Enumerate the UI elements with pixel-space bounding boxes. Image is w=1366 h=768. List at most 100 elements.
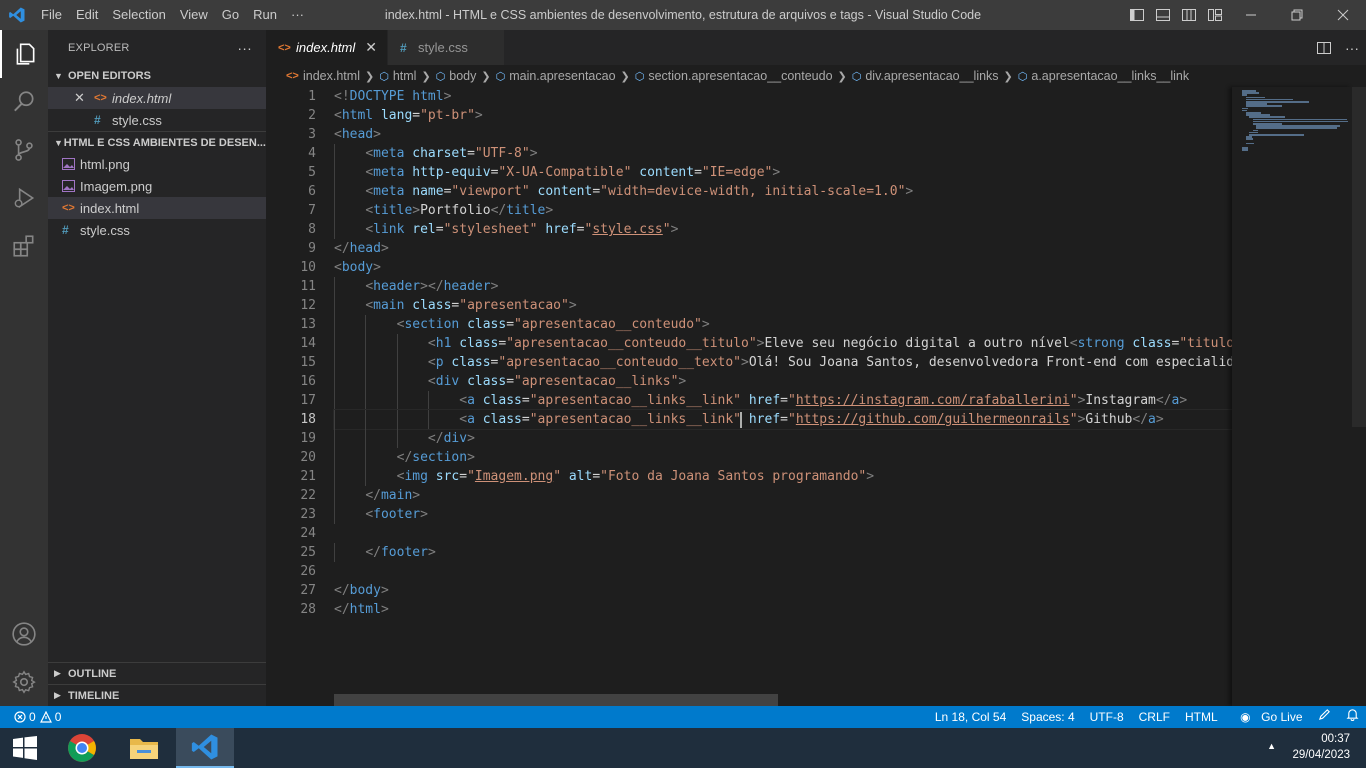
- file-item[interactable]: # style.css: [48, 219, 266, 241]
- search-icon[interactable]: [0, 78, 48, 126]
- file-explorer-icon[interactable]: [116, 728, 172, 768]
- minimize-button[interactable]: [1228, 0, 1274, 30]
- code-line[interactable]: <h1 class="apresentacao__conteudo__titul…: [334, 334, 1232, 353]
- run-debug-icon[interactable]: [0, 174, 48, 222]
- code-line[interactable]: <title>Portfolio</title>: [334, 201, 1232, 220]
- go-live-button[interactable]: ◉ Go Live: [1225, 706, 1310, 728]
- outline-section[interactable]: ▶ OUTLINE: [48, 662, 266, 684]
- code-editor[interactable]: 1 2 3 4 5 6 7 8 9 10 11 12 13 14 15 16 17 18 19 20 21 22 23 24 2…: [266, 87, 1232, 706]
- toggle-panel-icon[interactable]: [1150, 0, 1176, 30]
- open-editors-section[interactable]: ▼ OPEN EDITORS: [48, 65, 266, 87]
- settings-gear-icon[interactable]: [0, 658, 48, 706]
- menu-selection[interactable]: Selection: [105, 0, 172, 30]
- toggle-sidebar-icon[interactable]: [1124, 0, 1150, 30]
- more-actions-button[interactable]: ···: [1338, 30, 1366, 65]
- code-line[interactable]: <meta http-equiv="X-UA-Compatible" conte…: [334, 163, 1232, 182]
- tab-index-html[interactable]: <> index.html ✕: [266, 30, 388, 65]
- code-line[interactable]: <div class="apresentacao__links">: [334, 372, 1232, 391]
- breadcrumb-item[interactable]: ⬡ body ❯: [436, 69, 496, 83]
- tray-chevron-up-icon[interactable]: ▲: [1267, 741, 1276, 751]
- code-line[interactable]: </footer>: [334, 543, 1232, 562]
- source-control-icon[interactable]: [0, 126, 48, 174]
- menu-more[interactable]: ···: [284, 0, 311, 30]
- restore-button[interactable]: [1274, 0, 1320, 30]
- code-line[interactable]: <header></header>: [334, 277, 1232, 296]
- code-line[interactable]: <img src="Imagem.png" alt="Foto da Joana…: [334, 467, 1232, 486]
- extensions-icon[interactable]: [0, 222, 48, 270]
- code-line[interactable]: </html>: [334, 600, 1232, 619]
- code-line[interactable]: <section class="apresentacao__conteudo">: [334, 315, 1232, 334]
- indentation[interactable]: Spaces: 4: [1014, 706, 1082, 728]
- vertical-scrollbar[interactable]: [1352, 87, 1366, 706]
- menu-view[interactable]: View: [173, 0, 215, 30]
- code-line[interactable]: <link rel="stylesheet" href="style.css">: [334, 220, 1232, 239]
- breadcrumb-item[interactable]: ⬡ a.apresentacao__links__link: [1018, 69, 1189, 83]
- menu-edit[interactable]: Edit: [69, 0, 105, 30]
- code-area[interactable]: <!DOCTYPE html> <html lang="pt-br"> <head>…: [333, 87, 1232, 619]
- explorer-more-button[interactable]: ···: [237, 40, 252, 56]
- code-line[interactable]: <!DOCTYPE html>: [334, 87, 1232, 106]
- file-item[interactable]: Imagem.png: [48, 175, 266, 197]
- image-file-icon: [62, 158, 80, 170]
- code-line[interactable]: <body>: [334, 258, 1232, 277]
- chrome-icon[interactable]: [54, 728, 110, 768]
- end-of-line[interactable]: CRLF: [1131, 706, 1177, 728]
- code-line[interactable]: <head>: [334, 125, 1232, 144]
- breadcrumb-item[interactable]: ⬡ main.apresentacao ❯: [496, 69, 635, 83]
- windows-start-icon[interactable]: [0, 728, 50, 768]
- cursor-position[interactable]: Ln 18, Col 54: [927, 706, 1013, 728]
- code-line[interactable]: <meta name="viewport" content="width=dev…: [334, 182, 1232, 201]
- code-line[interactable]: <footer>: [334, 505, 1232, 524]
- breadcrumb-label: section.apresentacao__conteudo: [648, 69, 833, 83]
- horizontal-scrollbar[interactable]: [334, 694, 778, 706]
- customize-layout-icon[interactable]: [1202, 0, 1228, 30]
- menu-go[interactable]: Go: [215, 0, 246, 30]
- system-clock[interactable]: 00:37 29/04/2023: [1292, 731, 1350, 763]
- code-line[interactable]: <meta charset="UTF-8">: [334, 144, 1232, 163]
- file-item[interactable]: html.png: [48, 153, 266, 175]
- project-folder-section[interactable]: ▼ HTML E CSS AMBIENTES DE DESEN...: [48, 131, 266, 153]
- open-editor-item[interactable]: ✕ <> index.html: [48, 87, 266, 109]
- encoding[interactable]: UTF-8: [1082, 706, 1131, 728]
- menu-file[interactable]: File: [34, 0, 69, 30]
- code-line[interactable]: <p class="apresentacao__conteudo__texto"…: [334, 353, 1232, 372]
- breadcrumb-item[interactable]: <> index.html ❯: [286, 69, 379, 83]
- code-line[interactable]: [334, 524, 1232, 543]
- code-line[interactable]: <a class="apresentacao__links__link" hre…: [334, 391, 1232, 410]
- breadcrumb-item[interactable]: ⬡ html ❯: [379, 69, 435, 83]
- code-line[interactable]: </div>: [334, 429, 1232, 448]
- line-number: 11: [300, 279, 316, 294]
- feedback-icon[interactable]: [1310, 706, 1338, 728]
- timeline-section[interactable]: ▶ TIMELINE: [48, 684, 266, 706]
- vscode-taskbar-icon[interactable]: [176, 728, 234, 768]
- explorer-icon[interactable]: [0, 30, 48, 78]
- accounts-icon[interactable]: [0, 610, 48, 658]
- code-line[interactable]: </section>: [334, 448, 1232, 467]
- notifications-bell-icon[interactable]: [1338, 706, 1366, 728]
- toggle-secondary-sidebar-icon[interactable]: [1176, 0, 1202, 30]
- menu-run[interactable]: Run: [246, 0, 284, 30]
- code-line[interactable]: [334, 562, 1232, 581]
- code-line[interactable]: </main>: [334, 486, 1232, 505]
- code-line[interactable]: </head>: [334, 239, 1232, 258]
- language-mode[interactable]: HTML: [1177, 706, 1225, 728]
- close-icon[interactable]: ✕: [365, 39, 377, 56]
- close-window-button[interactable]: [1320, 0, 1366, 30]
- problems-indicator[interactable]: 0 0: [0, 706, 61, 728]
- scrollbar-thumb[interactable]: [1352, 87, 1366, 427]
- minimap[interactable]: [1232, 87, 1352, 706]
- code-line[interactable]: <main class="apresentacao">: [334, 296, 1232, 315]
- tab-style-css[interactable]: # style.css: [387, 30, 505, 65]
- line-number: 18: [300, 412, 316, 427]
- breadcrumb-item[interactable]: ⬡ section.apresentacao__conteudo ❯: [635, 69, 852, 83]
- close-icon[interactable]: ✕: [74, 90, 88, 106]
- code-line[interactable]: </body>: [334, 581, 1232, 600]
- split-editor-icon[interactable]: [1310, 30, 1338, 65]
- code-line[interactable]: <html lang="pt-br">: [334, 106, 1232, 125]
- open-editor-item[interactable]: # style.css: [48, 109, 266, 131]
- broadcast-icon: ◉: [1240, 710, 1251, 724]
- line-number: 14: [300, 336, 316, 351]
- file-item[interactable]: <> index.html: [48, 197, 266, 219]
- code-line[interactable]: <a class="apresentacao__links__link" hre…: [333, 409, 1232, 430]
- breadcrumb-item[interactable]: ⬡ div.apresentacao__links ❯: [852, 69, 1018, 83]
